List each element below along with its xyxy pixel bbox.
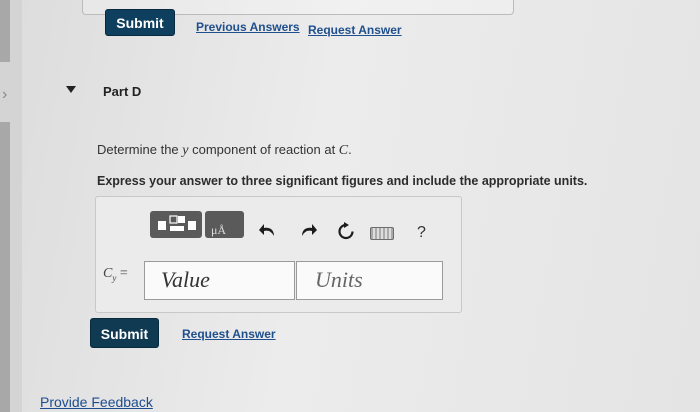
scroll-strip-top [0,0,10,62]
previous-answers-link[interactable]: Previous Answers [196,20,300,34]
part-title[interactable]: Part D [103,84,141,99]
scroll-strip-bottom [0,122,10,412]
units-input[interactable]: Units [296,261,443,300]
provide-feedback-link[interactable]: Provide Feedback [40,394,153,410]
left-panel-edge [0,0,22,412]
answer-variable-label: Cy = [103,266,128,283]
submit-button[interactable]: Submit [90,318,159,348]
value-placeholder: Value [161,267,210,292]
collapse-caret-icon[interactable] [66,86,76,93]
request-answer-link-top[interactable]: Request Answer [308,23,402,37]
question-text: Determine the y component of reaction at… [97,142,352,159]
undo-icon[interactable] [258,221,278,239]
label-variable: C [103,266,113,281]
units-placeholder: Units [315,267,363,292]
question-point: C [338,143,349,158]
answer-instruction: Express your answer to three significant… [97,174,588,188]
templates-button[interactable] [150,211,202,238]
templates-icon [158,215,196,231]
units-button[interactable]: μÅ [205,211,244,238]
redo-icon[interactable] [298,221,318,239]
value-input[interactable]: Value [144,261,295,300]
help-icon[interactable]: ? [417,224,426,242]
units-icon: μÅ [211,223,227,237]
submit-button-top[interactable]: Submit [105,9,175,36]
chevron-right-icon[interactable]: › [2,86,7,104]
question-middle: component of reaction at [188,142,339,157]
question-suffix: . [348,142,352,157]
reset-icon[interactable] [336,221,356,241]
request-answer-link[interactable]: Request Answer [182,327,276,341]
keyboard-icon[interactable] [370,227,394,240]
label-equals: = [116,266,128,281]
question-prefix: Determine the [97,142,183,157]
